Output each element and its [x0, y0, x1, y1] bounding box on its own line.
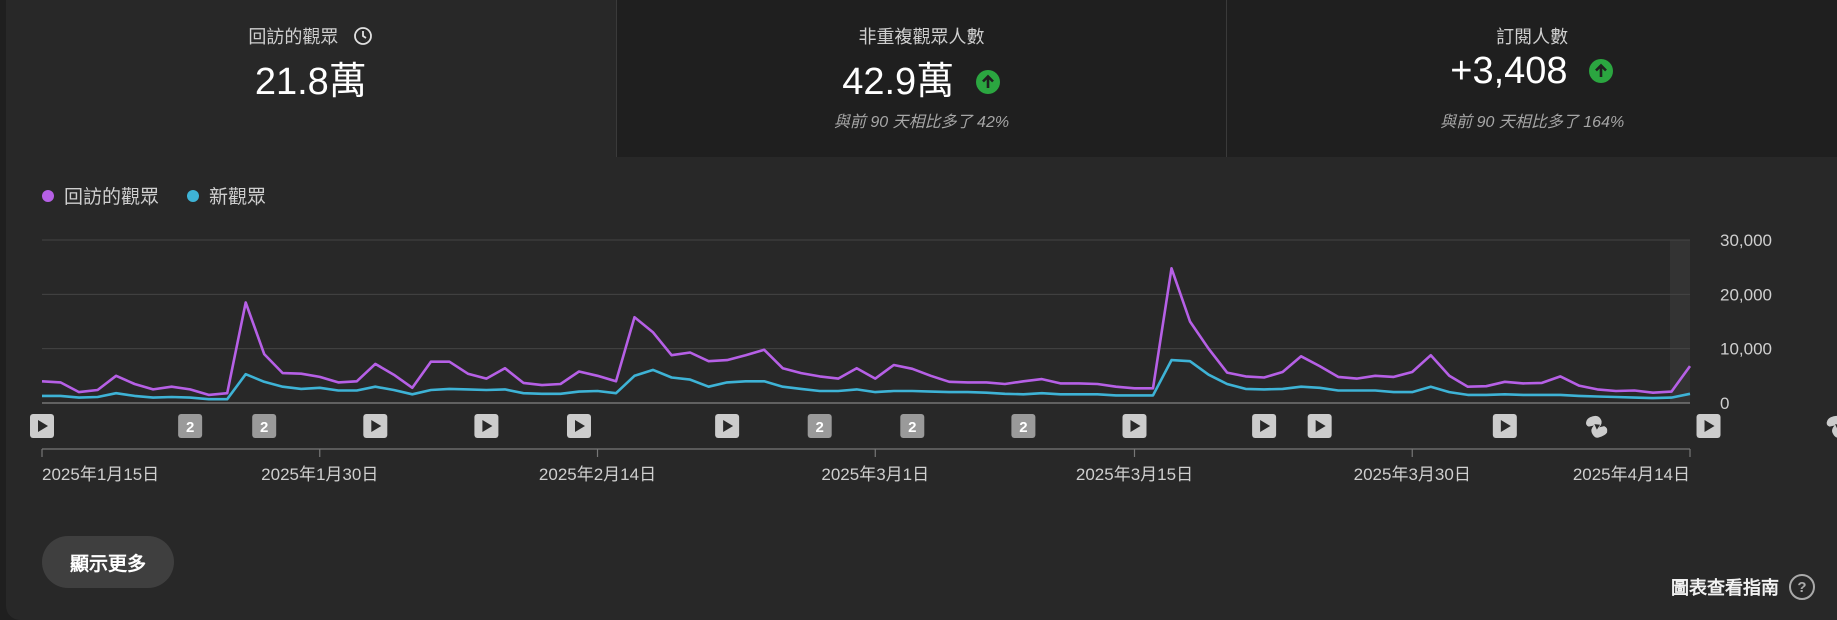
marker-count: 2	[908, 419, 916, 436]
show-more-button[interactable]: 顯示更多	[42, 536, 174, 588]
series-line	[41, 266, 1692, 397]
x-tick-label: 2025年4月14日	[1573, 465, 1690, 484]
series-line	[42, 358, 1691, 401]
chart-guide-link[interactable]: 圖表查看指南 ?	[1671, 574, 1815, 600]
shorts-icon	[1826, 415, 1837, 438]
marker-count: 2	[186, 419, 194, 436]
x-tick-label: 2025年1月15日	[42, 465, 159, 484]
x-tick-label: 2025年3月1日	[821, 465, 929, 484]
chart-guide-label: 圖表查看指南	[1671, 578, 1779, 598]
line-chart[interactable]: 30,000 20,000 10,000 0 2 2 2 2 2 2025年1月15日 2025年1…	[0, 0, 1837, 520]
y-tick-label: 30,000	[1720, 231, 1772, 250]
marker-count: 2	[816, 419, 824, 436]
x-tick-label: 2025年3月30日	[1354, 465, 1471, 484]
y-tick-label: 20,000	[1720, 285, 1772, 304]
x-tick-label: 2025年1月30日	[261, 465, 378, 484]
y-tick-label: 0	[1720, 394, 1729, 413]
help-icon: ?	[1789, 574, 1815, 600]
marker-count: 2	[260, 419, 268, 436]
y-tick-label: 10,000	[1720, 340, 1772, 359]
x-tick-label: 2025年3月15日	[1076, 465, 1193, 484]
x-tick-label: 2025年2月14日	[539, 465, 656, 484]
shorts-marker-icon	[1826, 415, 1837, 438]
marker-count: 2	[1019, 419, 1027, 436]
shorts-marker-icon	[1585, 415, 1608, 438]
